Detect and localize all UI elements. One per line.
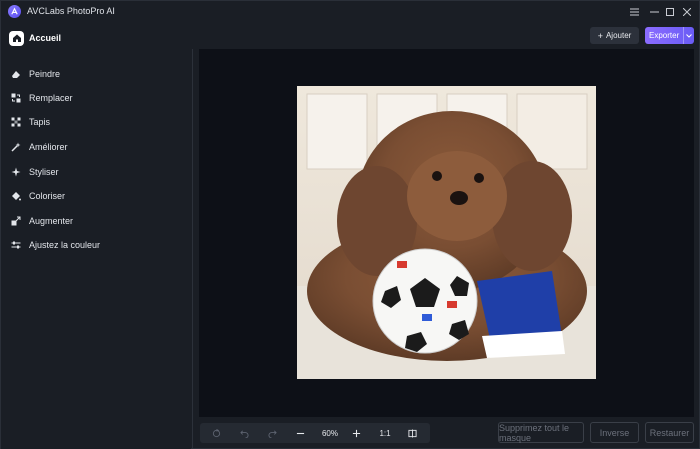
paint-bucket-icon [11,191,21,201]
app-logo [8,5,21,18]
sidebar-item-label: Coloriser [29,191,66,201]
title-bar: AVCLabs PhotoPro AI [1,1,699,23]
sidebar-item-styliser[interactable]: Styliser [11,165,59,179]
compare-icon[interactable] [404,423,420,443]
chevron-down-icon[interactable] [683,27,694,44]
sidebar-item-peindre[interactable]: Peindre [11,67,60,81]
replace-icon [11,93,21,103]
sidebar-item-label: Tapis [29,117,51,127]
invert-button[interactable]: Inverse [590,422,639,443]
redo-icon[interactable] [264,423,280,443]
sidebar-divider [192,49,193,449]
sidebar-item-label: Remplacer [29,93,73,103]
zoom-out-icon[interactable] [292,423,308,443]
cutout-icon [11,117,21,127]
reset-icon[interactable] [208,423,224,443]
sidebar-home[interactable]: Accueil [9,30,61,46]
sidebar-item-label: Améliorer [29,142,68,152]
export-button[interactable]: Exporter [645,27,694,44]
sidebar-item-label: Ajustez la couleur [29,240,101,250]
add-button-label: Ajouter [605,31,632,40]
sidebar-item-ameliorer[interactable]: Améliorer [11,140,68,154]
image-canvas[interactable] [199,49,694,417]
sidebar-item-ajustez-la-couleur[interactable]: Ajustez la couleur [11,238,100,252]
adjust-sliders-icon [11,240,21,250]
restore-button[interactable]: Restaurer [645,422,694,443]
sidebar: Accueil Peindre Remplacer Tapis Améliore… [1,23,191,449]
minimize-icon[interactable] [646,4,662,20]
actual-size-button[interactable]: 1:1 [374,423,396,443]
sidebar-item-label: Styliser [29,167,59,177]
maximize-icon[interactable] [662,4,678,20]
plus-icon: + [597,30,603,41]
zoom-in-icon[interactable] [348,423,364,443]
app-window: AVCLabs PhotoPro AI Accueil Peindre Remp… [0,0,700,449]
eraser-icon [11,69,21,79]
sidebar-item-label: Augmenter [29,216,74,226]
sidebar-item-label: Peindre [29,69,61,79]
photo-preview [297,86,596,379]
export-button-label: Exporter [649,31,680,40]
close-icon[interactable] [679,4,695,20]
home-label: Accueil [29,33,62,43]
app-title: AVCLabs PhotoPro AI [27,6,115,16]
add-button[interactable]: + Ajouter [590,27,639,44]
home-icon [9,30,24,46]
sidebar-item-remplacer[interactable]: Remplacer [11,91,73,105]
menu-icon[interactable] [626,4,642,20]
sidebar-item-coloriser[interactable]: Coloriser [11,189,65,203]
enhance-icon [11,142,21,152]
sidebar-item-tapis[interactable]: Tapis [11,115,50,129]
upscale-icon [11,216,21,226]
undo-icon[interactable] [236,423,252,443]
sidebar-item-augmenter[interactable]: Augmenter [11,214,73,228]
zoom-level: 60% [321,428,338,438]
stylize-icon [11,167,21,177]
bottom-toolbar: 60% 1:1 [200,423,430,443]
remove-mask-button[interactable]: Supprimez tout le masque [498,422,584,443]
